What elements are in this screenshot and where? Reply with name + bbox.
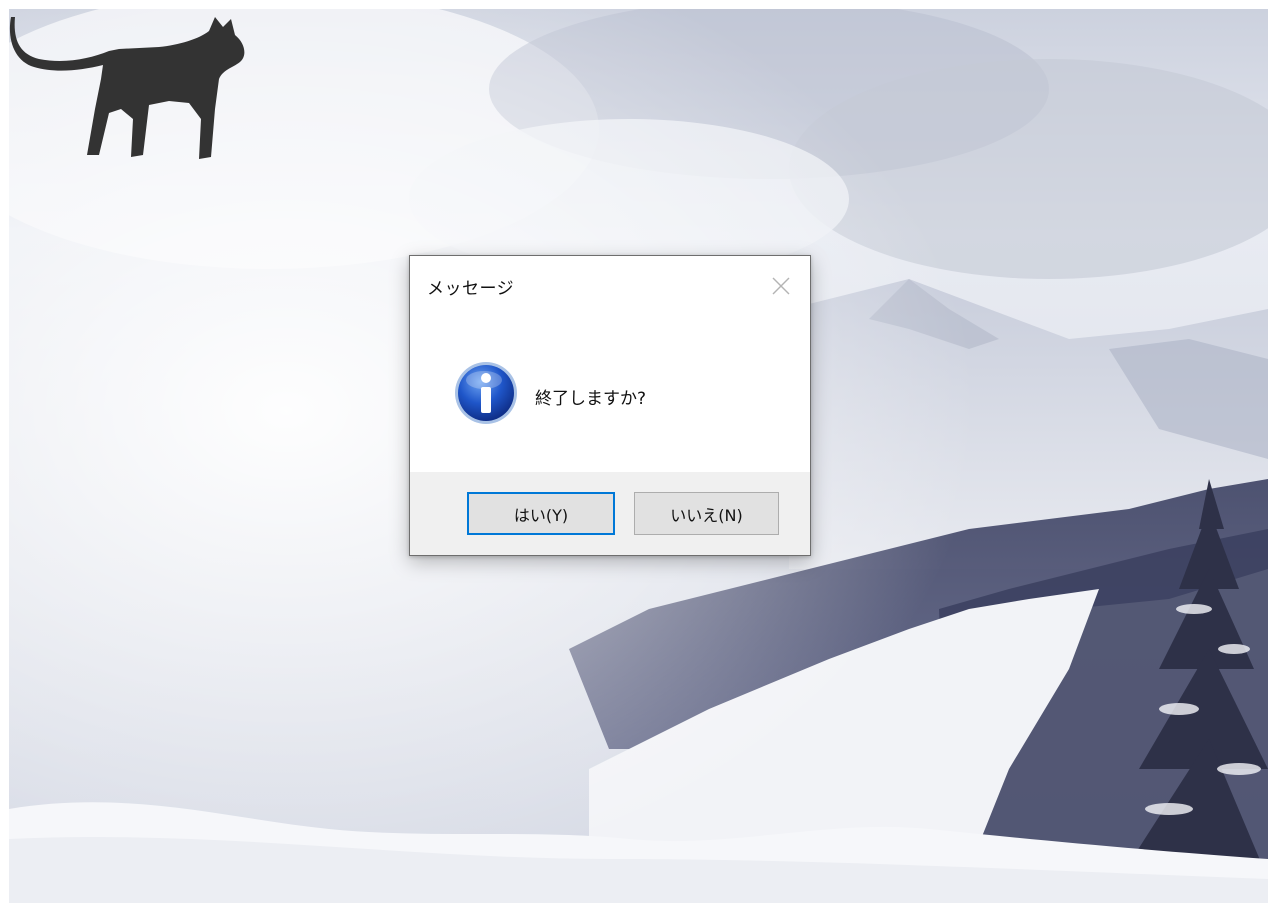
dialog-content: 終了しますか? xyxy=(410,316,810,472)
dialog-message: 終了しますか? xyxy=(535,389,647,409)
dialog-titlebar[interactable]: メッセージ xyxy=(410,256,810,316)
yes-button[interactable]: はい(Y) xyxy=(467,492,615,535)
dialog-footer: はい(Y) いいえ(N) xyxy=(410,472,810,555)
no-button[interactable]: いいえ(N) xyxy=(634,492,779,535)
close-icon[interactable] xyxy=(762,270,800,302)
dialog-title: メッセージ xyxy=(427,279,515,299)
info-icon xyxy=(453,360,519,426)
desktop-screen: メッセージ 終了しますか? はい(Y) いいえ(N) xyxy=(0,0,1268,903)
cat-silhouette-icon[interactable] xyxy=(9,9,254,164)
message-dialog: メッセージ 終了しますか? はい(Y) いいえ(N) xyxy=(409,255,811,556)
